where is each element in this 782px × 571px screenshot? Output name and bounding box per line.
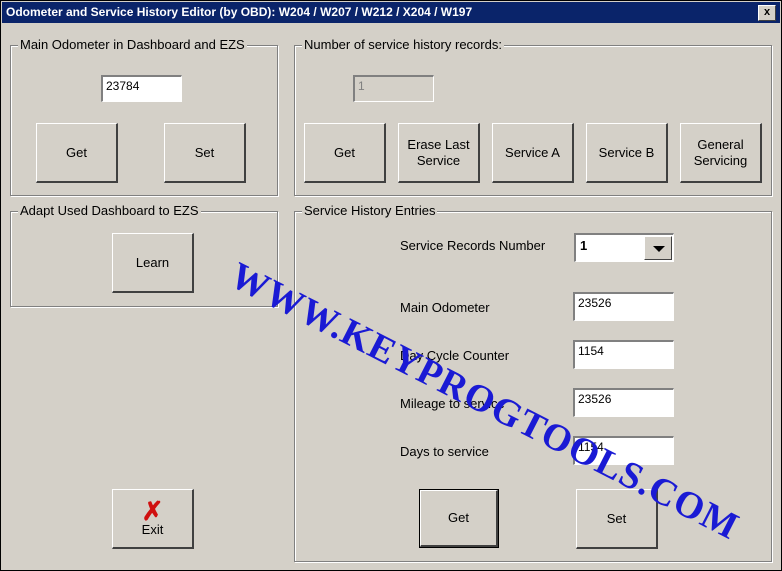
mileage-to-service-field[interactable]: 23526 <box>573 388 674 417</box>
days-to-service-field[interactable]: 1154 <box>573 436 674 465</box>
close-button[interactable]: x <box>758 5 776 21</box>
odometer-value-field[interactable]: 23784 <box>101 75 182 102</box>
records-number-label: Service Records Number <box>400 238 546 253</box>
title-bar: Odometer and Service History Editor (by … <box>2 2 780 23</box>
records-group-label: Number of service history records: <box>302 37 504 52</box>
exit-button[interactable]: ✗ Exit <box>112 489 194 549</box>
service-a-button[interactable]: Service A <box>492 123 574 183</box>
app-window: Odometer and Service History Editor (by … <box>0 0 782 571</box>
records-get-button[interactable]: Get <box>304 123 386 183</box>
main-odometer-field[interactable]: 23526 <box>573 292 674 321</box>
learn-button[interactable]: Learn <box>112 233 194 293</box>
service-b-button[interactable]: Service B <box>586 123 668 183</box>
red-x-icon: ✗ <box>141 495 164 526</box>
mileage-to-service-label: Mileage to service <box>400 396 505 411</box>
chevron-down-icon[interactable] <box>644 236 672 260</box>
odometer-set-button[interactable]: Set <box>164 123 246 183</box>
odometer-get-button[interactable]: Get <box>36 123 118 183</box>
entries-group: Service History Entries <box>294 203 772 562</box>
records-number-value: 1 <box>580 238 588 253</box>
day-cycle-label: Day Cycle Counter <box>400 348 510 363</box>
entries-set-button[interactable]: Set <box>576 489 658 549</box>
days-to-service-label: Days to service <box>400 444 489 459</box>
odometer-group-label: Main Odometer in Dashboard and EZS <box>18 37 247 52</box>
entries-group-label: Service History Entries <box>302 203 438 218</box>
window-title: Odometer and Service History Editor (by … <box>6 5 473 19</box>
adapt-group-label: Adapt Used Dashboard to EZS <box>18 203 201 218</box>
exit-label: Exit <box>141 521 164 537</box>
day-cycle-field[interactable]: 1154 <box>573 340 674 369</box>
main-odometer-label: Main Odometer <box>400 300 490 315</box>
entries-get-button[interactable]: Get <box>419 489 499 548</box>
records-number-select[interactable]: 1 <box>574 233 674 262</box>
records-count-field: 1 <box>353 75 434 102</box>
erase-last-service-button[interactable]: Erase Last Service <box>398 123 480 183</box>
general-servicing-button[interactable]: General Servicing <box>680 123 762 183</box>
